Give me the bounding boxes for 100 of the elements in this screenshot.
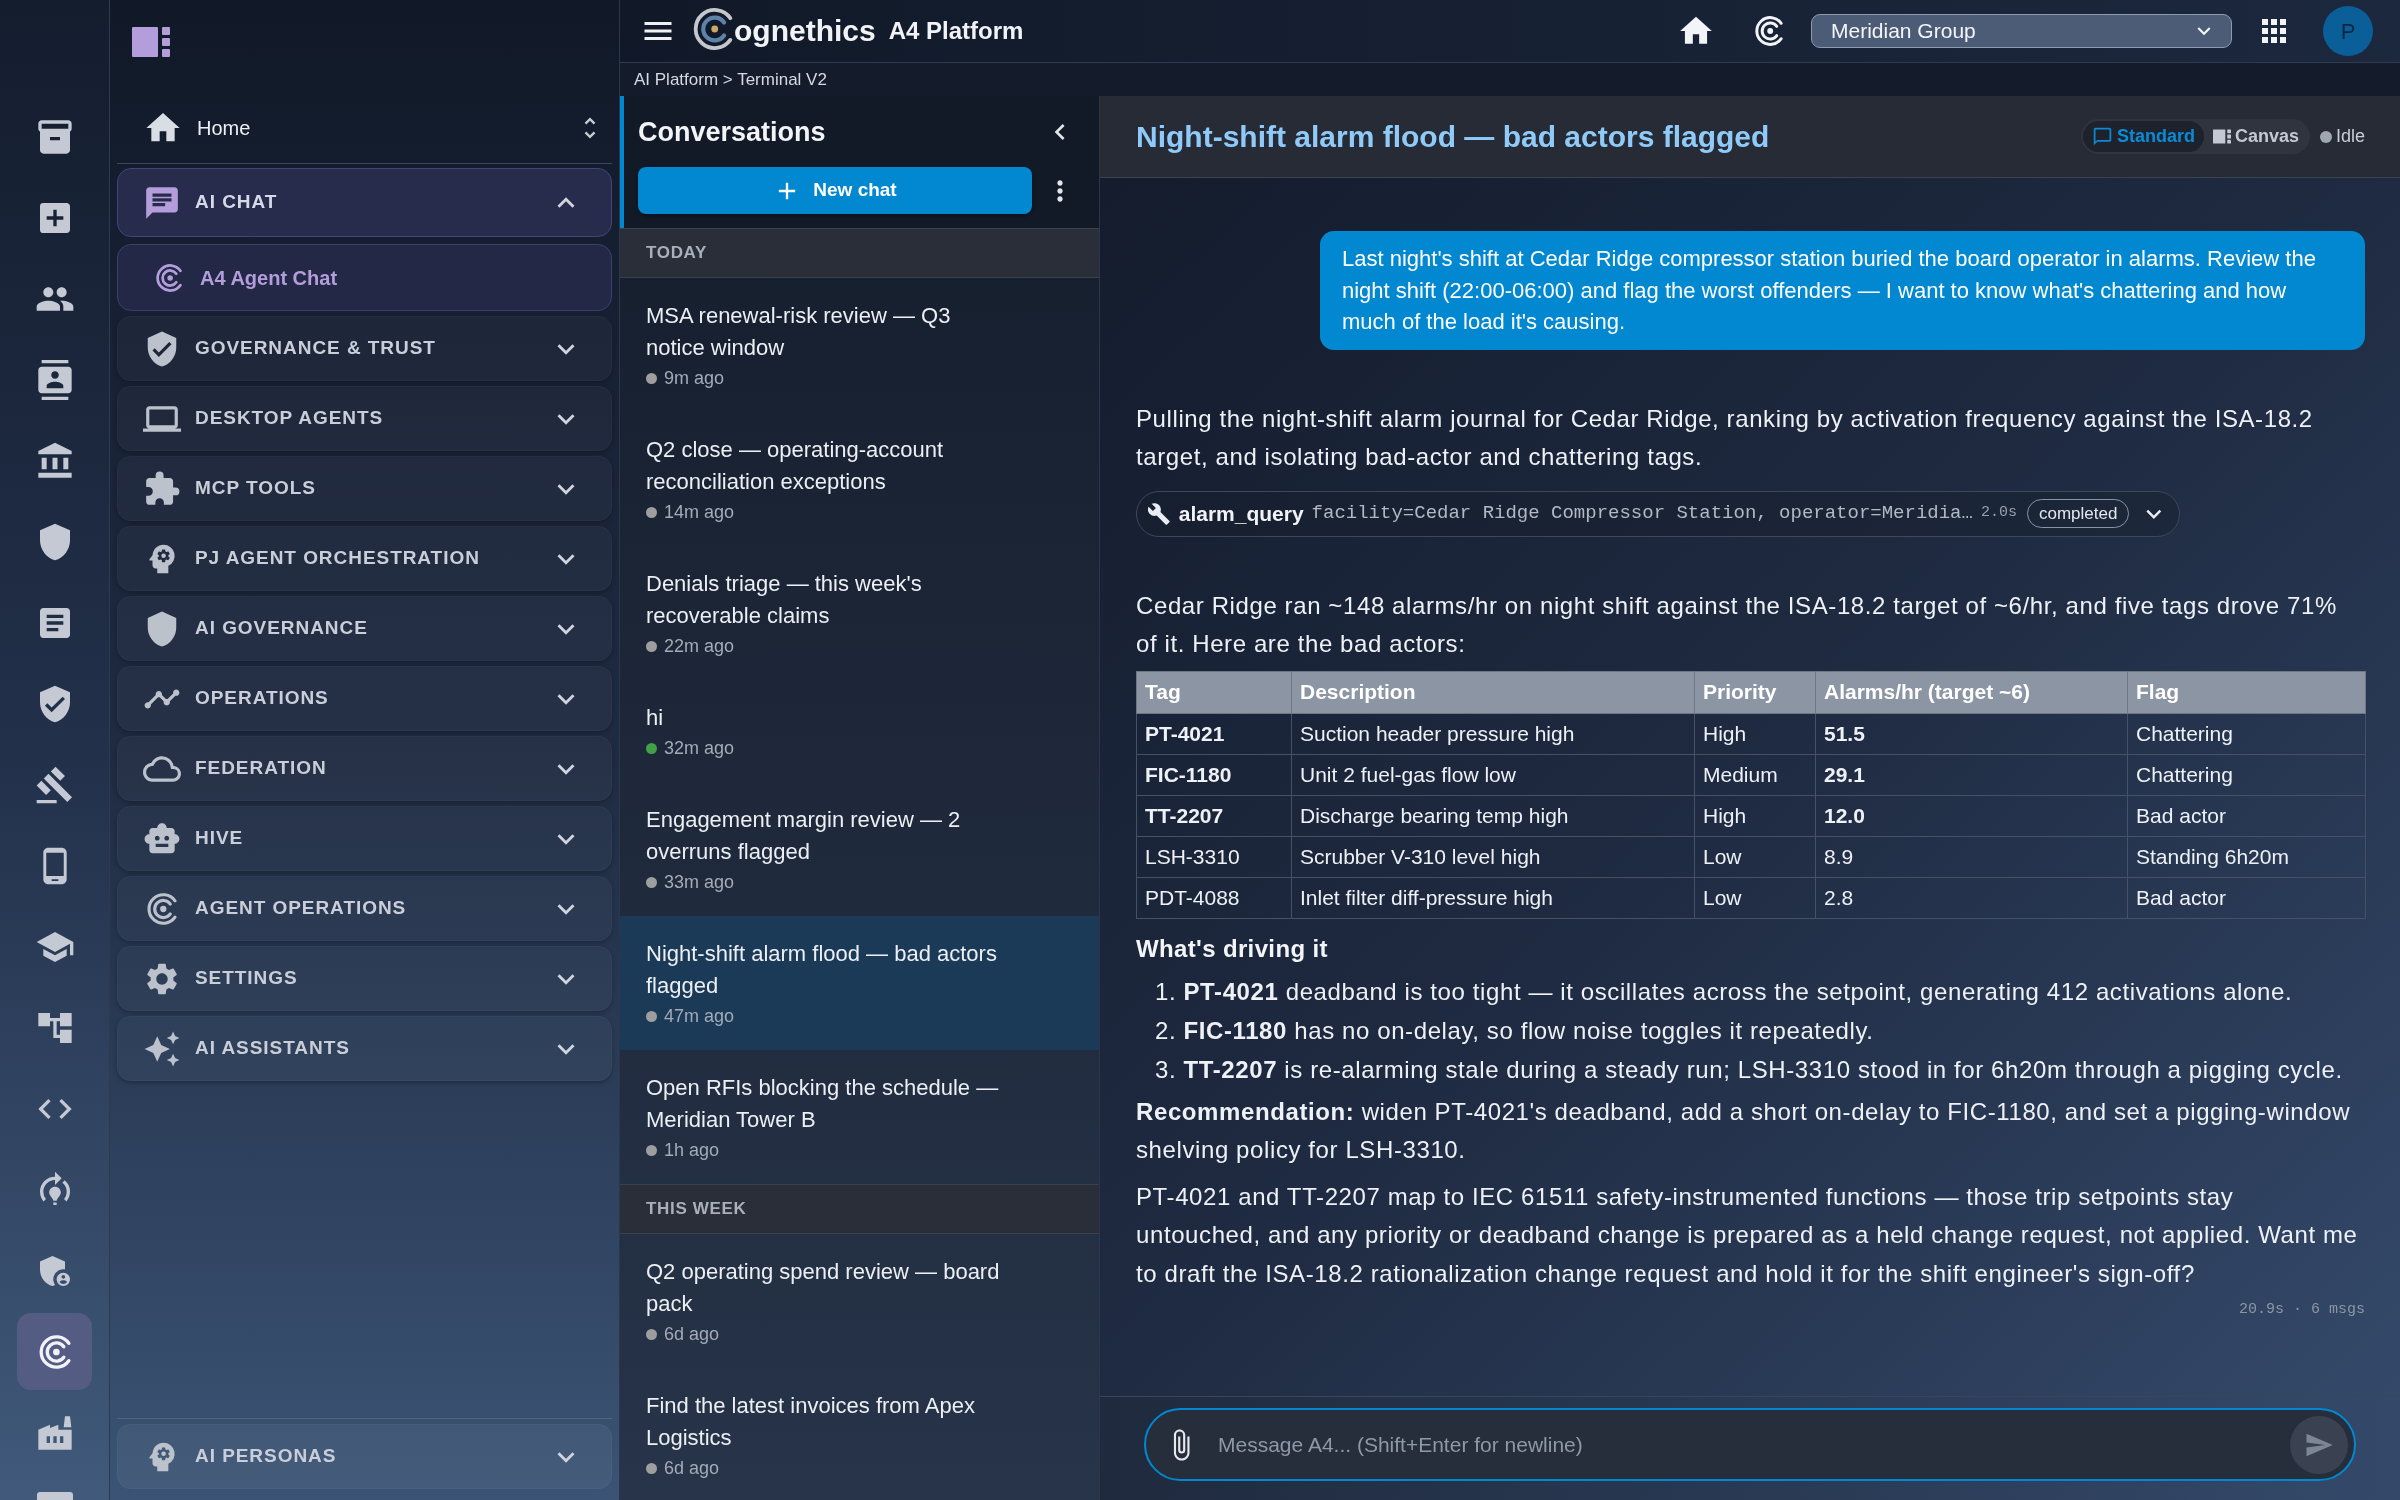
sidebar-section[interactable]: GOVERNANCE & TRUST [117,316,612,381]
timestamp: 47m ago [664,1004,735,1028]
table-cell: Low [1694,877,1816,918]
tool-call-pill[interactable]: alarm_query facility=Cedar Ridge Compressor Station, operator=Meridia… 2.0s completed [1136,490,2180,537]
table-cell: 12.0 [1815,795,2128,836]
home-selector[interactable]: Home [117,92,612,164]
tool-arguments: facility=Cedar Ridge Compressor Station, operator=Meridia… [1311,501,1973,527]
table-cell: Suction header pressure high [1291,713,1695,754]
sidebar-section[interactable]: DESKTOP AGENTS [117,386,612,451]
table-cell: Chattering [2127,754,2366,795]
chat-bubble-icon [2091,126,2113,147]
timestamp: 33m ago [664,870,735,894]
panel-title: Conversations [638,115,826,149]
assistant-text: Cedar Ridge ran ~148 alarms/hr on night shift against the ISA-18.2 target of ~6/hr, and five tags drove 71% of it. Here are the bad actors: [1136,590,2338,659]
c-logo-icon [156,263,182,292]
c-logo-icon[interactable] [1755,16,1783,46]
sidebar-section[interactable]: SETTINGS [117,946,612,1011]
sidebar-section[interactable]: AGENT OPERATIONS [117,876,612,941]
timestamp: 22m ago [664,634,735,658]
table-cell: Chattering [2127,713,2366,754]
list-item: 1. PT-4021 deadband is too tight — it oscillates across the setpoint, generating 412 activations alone. [1154,976,2294,1007]
message-meta: 20.9s · 6 msgs [2238,1300,2365,1320]
list-item: 3. TT-2207 is re-alarming stale during a steady run; LSH-3310 stood in for 6h20m through a pigging cycle. [1154,1054,2344,1085]
message-input-field[interactable]: Message A4... (Shift+Enter for newline) [1144,1408,2356,1481]
sidebar-section[interactable]: MCP TOOLS [117,456,612,521]
conversation-item[interactable]: Q2 operating spend review — board pack 6d ago [620,1234,1099,1368]
conversation-item[interactable]: Q2 close — operating-account reconciliation exceptions 14m ago [620,412,1099,546]
table-cell: Medium [1694,754,1816,795]
table-header-cell: Description [1291,671,1695,713]
duration-text: 2.0s [1980,503,2017,524]
table-cell: Unit 2 fuel-gas flow low [1291,754,1695,795]
new-chat-button[interactable]: New chat [638,167,1032,214]
table-header-cell: Flag [2127,671,2366,713]
panel-layout-icon[interactable] [132,27,170,57]
c-logo-icon [147,892,177,925]
table-cell: Bad actor [2127,795,2366,836]
timestamp: 6d ago [664,1456,720,1480]
status-text: Idle [2335,125,2365,148]
list-item: 2. FIC-1180 has no on-delay, so flow noise toggles it repeatedly. [1154,1015,1875,1046]
table-cell: High [1694,713,1816,754]
conversation-item[interactable]: Night-shift alarm flood — bad actors flagged 47m ago [620,916,1099,1050]
table-cell: PT-4021 [1136,713,1292,754]
timestamp: 1h ago [664,1138,720,1162]
table-cell: TT-2207 [1136,795,1292,836]
table-cell: 29.1 [1815,754,2128,795]
table-cell: Scrubber V-310 level high [1291,836,1695,877]
product-name: A4 Platform [888,16,1024,46]
sidebar-section[interactable]: HIVE [117,806,612,871]
organization-select[interactable]: Meridian Group [1811,14,2232,48]
table-cell: 51.5 [1815,713,2128,754]
assistant-text: Pulling the night-shift alarm journal for Cedar Ridge, ranking by activation frequency against the ISA-18.2 target, and isolating bad-actor and chattering tags. [1136,403,2314,472]
sidebar-section[interactable]: AI CHAT [117,168,612,237]
table-cell: High [1694,795,1816,836]
assistant-text: PT-4021 and TT-2207 map to IEC 61511 safety-instrumented functions — those trip setpoints stay untouched, and any priority or deadband change is prepared as a held change request, not applied. Want me to draft the ISA-18.2 rationalization change request and hold it for the shift engineer's sign-off? [1136,1181,2359,1289]
table-header-cell: Priority [1694,671,1816,713]
c-logo-icon [38,1334,71,1369]
conversation-item[interactable]: Denials triage — this week's recoverable claims 22m ago [620,546,1099,680]
gavel-icon[interactable] [34,764,75,805]
conversation-item[interactable]: hi 32m ago [620,680,1099,782]
wrench-icon [1147,501,1171,526]
breadcrumb: AI Platform > Terminal V2 [634,68,827,91]
conversation-item[interactable]: Find the latest invoices from Apex Logistics 6d ago [620,1368,1099,1500]
send-button[interactable] [2290,1415,2348,1474]
table-cell: Discharge bearing temp high [1291,795,1695,836]
sidebar-section[interactable]: PJ AGENT ORCHESTRATION [117,526,612,591]
sidebar-section[interactable]: OPERATIONS [117,666,612,731]
table-cell: Standing 6h20m [2127,836,2366,877]
view-mode-tab[interactable]: Standard [2082,121,2204,152]
conversation-item[interactable]: Open RFIs blocking the schedule — Meridian Tower B 1h ago [620,1050,1099,1184]
user-message: Last night's shift at Cedar Ridge compressor station buried the board operator in alarms. Review the night shift (22:00-06:00) and flag the worst offenders — I want to know what's chattering and how much of the load it's causing. [1320,231,2365,350]
table-cell: 2.8 [1815,877,2128,918]
sidebar-section[interactable]: FEDERATION [117,736,612,801]
table-header-cell: Alarms/hr (target ~6) [1815,671,2128,713]
table-cell: PDT-4088 [1136,877,1292,918]
logo-icon [693,7,733,51]
puzzle-icon [143,469,181,508]
sidebar-section[interactable]: AI GOVERNANCE [117,596,612,661]
section-heading: What's driving it [1136,933,1329,964]
timestamp: 14m ago [664,500,735,524]
panel-layout-icon [2212,129,2231,144]
section-header: THIS WEEK [620,1184,1099,1234]
table-cell: Bad actor [2127,877,2366,918]
conversation-item[interactable]: MSA renewal-risk review — Q3 notice window 9m ago [620,278,1099,412]
conversation-item[interactable]: Engagement margin review — 2 overruns flagged 33m ago [620,782,1099,916]
table-cell: Low [1694,836,1816,877]
brand-name: ognethics [734,16,876,46]
timestamp: 6d ago [664,1322,720,1346]
rail-item[interactable] [17,1313,92,1390]
table-cell: Inlet filter diff-pressure high [1291,877,1695,918]
section-header: TODAY [620,228,1099,278]
chat-title: Night-shift alarm flood — bad actors flagged [1136,119,1770,155]
sidebar-section[interactable]: AI ASSISTANTS [117,1016,612,1081]
table-cell: LSH-3310 [1136,836,1292,877]
tool-name: alarm_query [1178,500,1304,527]
table-header-cell: Tag [1136,671,1292,713]
sidebar-subitem[interactable]: A4 Agent Chat [117,244,612,311]
view-mode-tab[interactable]: Canvas [2203,121,2308,152]
timestamp: 9m ago [664,366,725,390]
table-cell: 8.9 [1815,836,2128,877]
sidebar-section[interactable]: AI PERSONAS [117,1424,612,1489]
